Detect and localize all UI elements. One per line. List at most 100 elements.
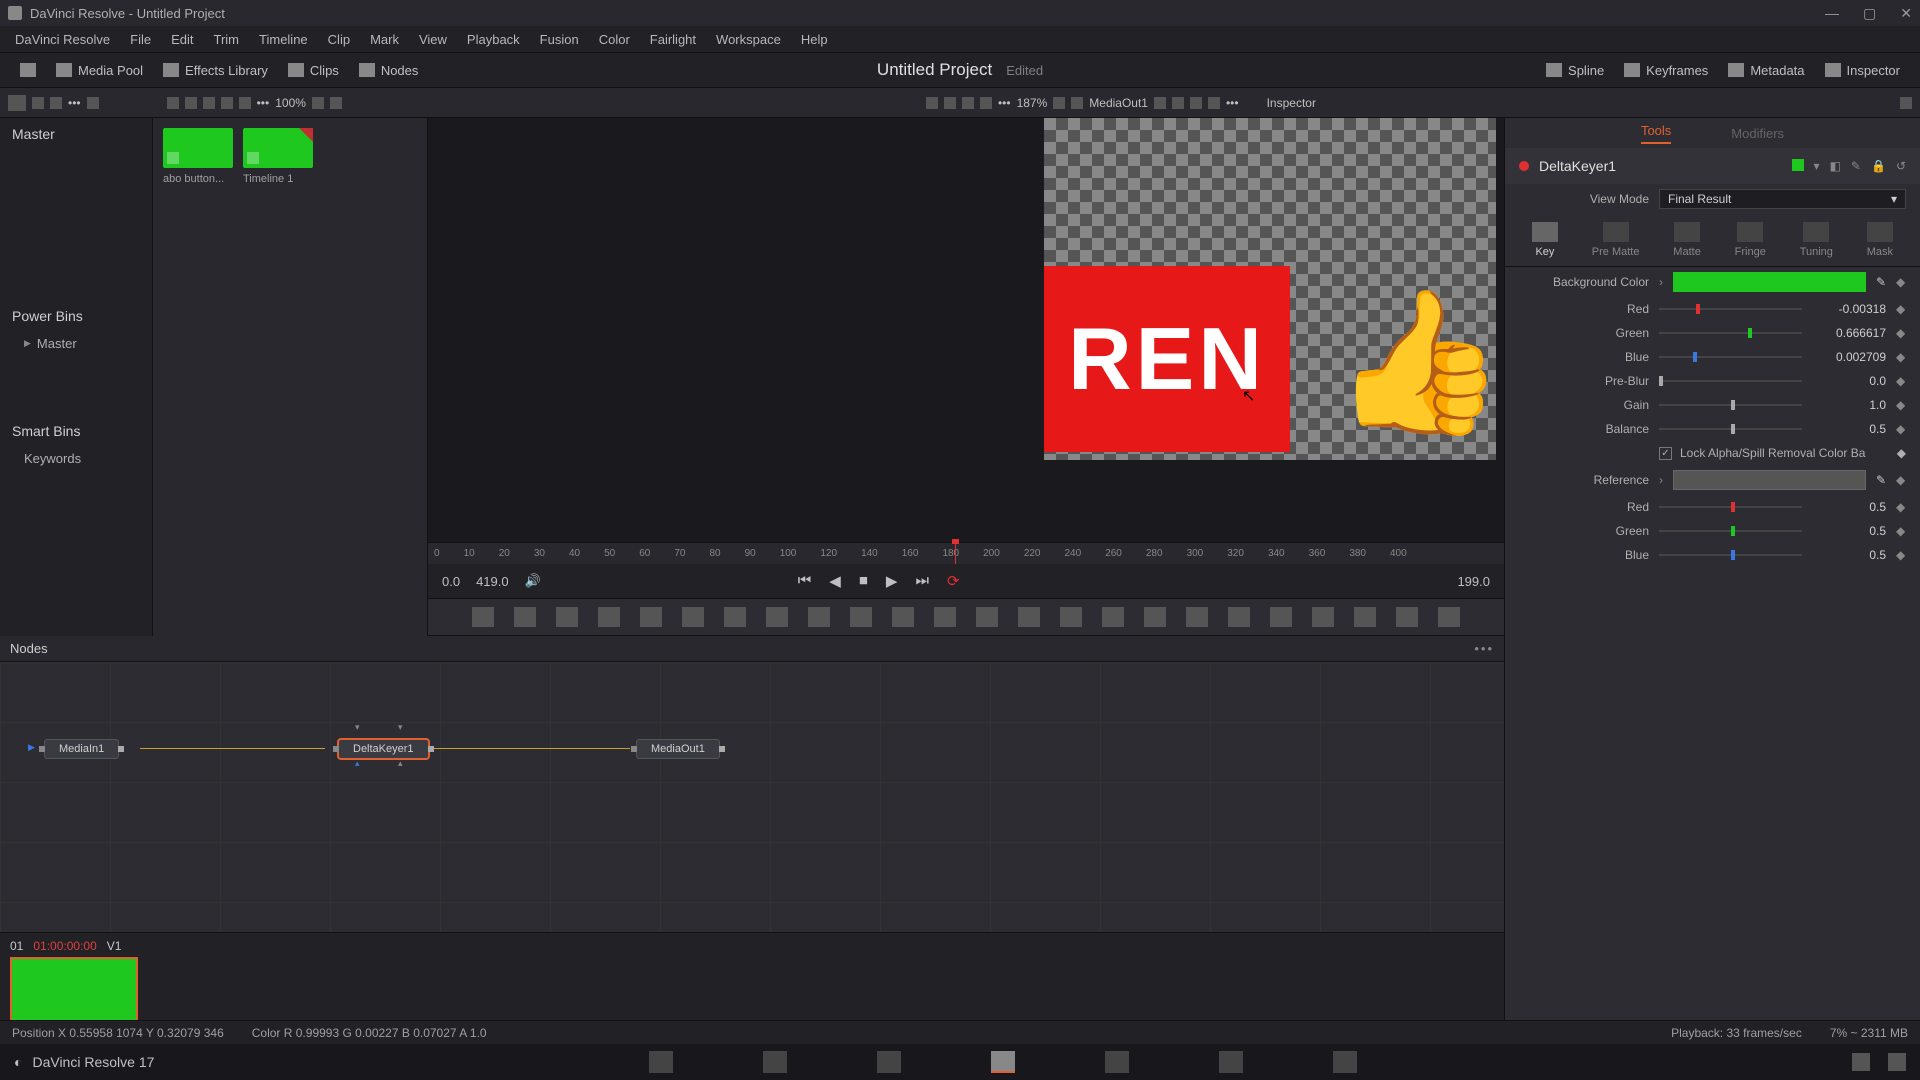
media-clip[interactable]: Timeline 1 bbox=[243, 128, 313, 185]
toolbar-inspector[interactable]: Inspector bbox=[1815, 59, 1910, 82]
param-value[interactable]: 0.666617 bbox=[1812, 326, 1886, 340]
inspector-cat-tuning[interactable]: Tuning bbox=[1800, 222, 1833, 258]
fusion-tool-13[interactable] bbox=[1018, 607, 1040, 627]
vopt6-icon[interactable] bbox=[1071, 97, 1083, 109]
chevron-down-icon[interactable]: ▾ bbox=[1814, 159, 1820, 173]
layout-button[interactable] bbox=[10, 59, 46, 81]
node-mediain[interactable]: MediaIn1 bbox=[44, 739, 119, 759]
stop-button[interactable]: ■ bbox=[859, 572, 868, 590]
keyframe-icon[interactable]: ◆ bbox=[1896, 350, 1906, 364]
vopt1-icon[interactable] bbox=[926, 97, 938, 109]
param-value[interactable]: 0.002709 bbox=[1812, 350, 1886, 364]
param-slider[interactable] bbox=[1659, 356, 1802, 358]
fusion-tool-19[interactable] bbox=[1270, 607, 1292, 627]
maximize-button[interactable]: ▢ bbox=[1863, 5, 1876, 22]
pin-icon[interactable]: ✎ bbox=[1851, 159, 1861, 173]
toolbar-metadata[interactable]: Metadata bbox=[1718, 59, 1814, 82]
fusion-tool-8[interactable] bbox=[808, 607, 830, 627]
lock-icon[interactable]: 🔒 bbox=[1871, 159, 1886, 173]
menu-color[interactable]: Color bbox=[590, 29, 639, 50]
fusion-tool-10[interactable] bbox=[892, 607, 914, 627]
goto-start-button[interactable]: ⏮ bbox=[798, 572, 812, 590]
playhead[interactable] bbox=[955, 543, 956, 564]
tab-modifiers[interactable]: Modifiers bbox=[1731, 126, 1784, 141]
menu-davinci-resolve[interactable]: DaVinci Resolve bbox=[6, 29, 119, 50]
time-ruler[interactable]: 0102030405060708090100120140160180200220… bbox=[428, 542, 1504, 564]
fusion-tool-22[interactable] bbox=[1396, 607, 1418, 627]
power-bin-item[interactable]: ▶Master bbox=[0, 332, 152, 355]
keyframe-icon[interactable]: ◆ bbox=[1896, 275, 1906, 289]
viewer-canvas[interactable]: REN 👍 ↖ bbox=[428, 118, 1504, 542]
inspector-cat-mask[interactable]: Mask bbox=[1867, 222, 1893, 258]
fusion-tool-2[interactable] bbox=[556, 607, 578, 627]
inspector-cat-fringe[interactable]: Fringe bbox=[1735, 222, 1766, 258]
page-color[interactable] bbox=[1105, 1051, 1129, 1073]
inspector-menu-icon[interactable] bbox=[1900, 97, 1912, 109]
inspector-cat-key[interactable]: Key bbox=[1532, 222, 1558, 258]
fusion-tool-5[interactable] bbox=[682, 607, 704, 627]
node-mediaout[interactable]: MediaOut1 bbox=[636, 739, 720, 759]
goto-end-button[interactable]: ⏭ bbox=[915, 572, 929, 590]
keyframe-icon[interactable]: ◆ bbox=[1896, 422, 1906, 436]
nav-fwd-icon[interactable] bbox=[50, 97, 62, 109]
toolbar-keyframes[interactable]: Keyframes bbox=[1614, 59, 1718, 82]
close-button[interactable]: ✕ bbox=[1900, 5, 1912, 22]
menu-file[interactable]: File bbox=[121, 29, 160, 50]
vopt4-icon[interactable] bbox=[980, 97, 992, 109]
menu-mark[interactable]: Mark bbox=[361, 29, 408, 50]
master-bin[interactable]: Master bbox=[0, 118, 152, 150]
param-slider[interactable] bbox=[1659, 308, 1802, 310]
step-back-button[interactable]: ◀ bbox=[829, 572, 841, 590]
picker-icon[interactable]: ✎ bbox=[1876, 275, 1886, 289]
menu-playback[interactable]: Playback bbox=[458, 29, 529, 50]
settings-icon[interactable] bbox=[1888, 1053, 1906, 1071]
version-icon[interactable]: ◧ bbox=[1830, 159, 1841, 173]
viewer-b-icon[interactable] bbox=[330, 97, 342, 109]
fusion-tool-18[interactable] bbox=[1228, 607, 1250, 627]
param-value[interactable]: 0.5 bbox=[1812, 524, 1886, 538]
enable-toggle[interactable] bbox=[1792, 159, 1804, 171]
keyframe-icon[interactable]: ◆ bbox=[1896, 524, 1906, 538]
ellipsis4[interactable]: ••• bbox=[1226, 96, 1239, 110]
param-slider[interactable] bbox=[1659, 380, 1802, 382]
smart-bin-item[interactable]: Keywords bbox=[0, 447, 152, 470]
page-deliver[interactable] bbox=[1333, 1051, 1357, 1073]
tab-tools[interactable]: Tools bbox=[1641, 123, 1671, 144]
vopt2-icon[interactable] bbox=[944, 97, 956, 109]
inspector-cat-pre-matte[interactable]: Pre Matte bbox=[1592, 222, 1640, 258]
param-value[interactable]: 0.5 bbox=[1812, 548, 1886, 562]
menu-fairlight[interactable]: Fairlight bbox=[641, 29, 705, 50]
toolbar-spline[interactable]: Spline bbox=[1536, 59, 1614, 82]
reset-icon[interactable]: ↺ bbox=[1896, 159, 1906, 173]
fusion-tool-12[interactable] bbox=[976, 607, 998, 627]
param-slider[interactable] bbox=[1659, 530, 1802, 532]
fusion-tool-4[interactable] bbox=[640, 607, 662, 627]
menu-edit[interactable]: Edit bbox=[162, 29, 202, 50]
param-value[interactable]: -0.00318 bbox=[1812, 302, 1886, 316]
fusion-tool-6[interactable] bbox=[724, 607, 746, 627]
reference-swatch[interactable] bbox=[1673, 470, 1866, 490]
keyframe-icon[interactable]: ◆ bbox=[1896, 473, 1906, 487]
page-edit[interactable] bbox=[877, 1051, 901, 1073]
menu-timeline[interactable]: Timeline bbox=[250, 29, 317, 50]
menu-trim[interactable]: Trim bbox=[205, 29, 249, 50]
vopt10-icon[interactable] bbox=[1208, 97, 1220, 109]
keyframe-icon[interactable]: ◆ bbox=[1896, 398, 1906, 412]
vopt7-icon[interactable] bbox=[1154, 97, 1166, 109]
vopt3-icon[interactable] bbox=[962, 97, 974, 109]
page-fairlight[interactable] bbox=[1219, 1051, 1243, 1073]
page-cut[interactable] bbox=[763, 1051, 787, 1073]
param-value[interactable]: 0.0 bbox=[1812, 374, 1886, 388]
fusion-tool-23[interactable] bbox=[1438, 607, 1460, 627]
page-fusion[interactable] bbox=[991, 1051, 1015, 1073]
param-value[interactable]: 0.5 bbox=[1812, 422, 1886, 436]
view-thumb-icon[interactable] bbox=[185, 97, 197, 109]
home-icon[interactable] bbox=[1852, 1053, 1870, 1071]
toolbar-effects-library[interactable]: Effects Library bbox=[153, 59, 278, 82]
vopt5-icon[interactable] bbox=[1053, 97, 1065, 109]
view-grid-icon[interactable] bbox=[167, 97, 179, 109]
menu-view[interactable]: View bbox=[410, 29, 456, 50]
fusion-tool-17[interactable] bbox=[1186, 607, 1208, 627]
ellipsis3[interactable]: ••• bbox=[998, 96, 1011, 110]
ellipsis2[interactable]: ••• bbox=[257, 96, 270, 110]
